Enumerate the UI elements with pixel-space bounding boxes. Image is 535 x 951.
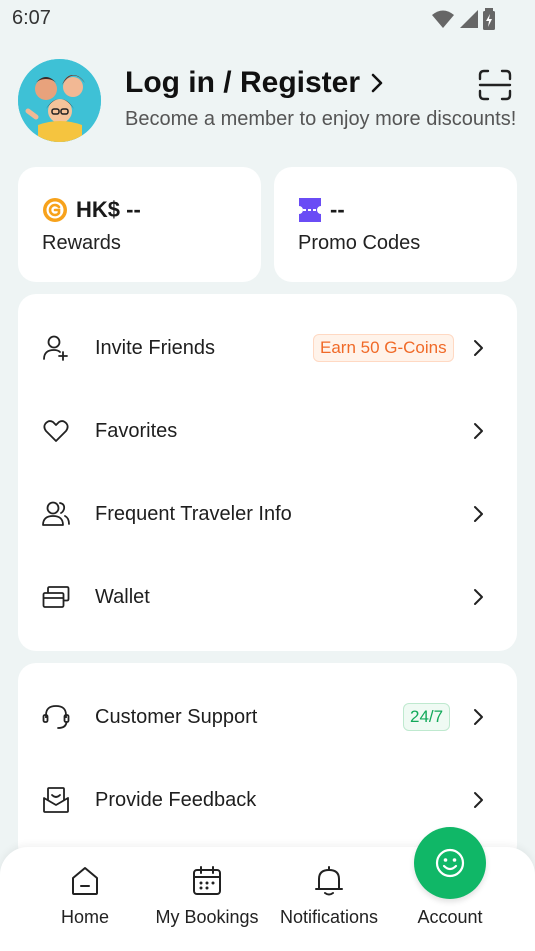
promo-label: Promo Codes — [298, 232, 421, 254]
bell-icon — [315, 866, 343, 896]
menu-item-label: Invite Friends — [95, 336, 216, 359]
chevron-right-icon — [371, 73, 383, 93]
chevron-right-icon — [474, 792, 483, 808]
account-fab-button[interactable] — [414, 827, 486, 899]
menu-item-label: Wallet — [95, 585, 150, 608]
login-register-link[interactable]: Log in / Register — [125, 66, 384, 100]
avatar-illustration-icon — [18, 59, 101, 142]
menu-item-customer-support[interactable]: Customer Support 24/7 — [18, 687, 517, 747]
headset-icon — [42, 705, 70, 729]
g-coin-icon — [43, 198, 67, 222]
chevron-right-icon — [474, 589, 483, 605]
menu-item-label: Favorites — [95, 419, 178, 442]
avatar[interactable] — [18, 59, 101, 142]
login-subtitle: Become a member to enjoy more discounts! — [125, 108, 517, 130]
chevron-right-icon — [474, 506, 483, 522]
status-icons — [431, 8, 495, 30]
profile-header: Log in / Register Become a member to enj… — [0, 56, 535, 146]
nav-label: Home — [60, 907, 109, 927]
menu-item-label: Provide Feedback — [95, 788, 257, 811]
users-icon — [42, 501, 70, 526]
promo-value-row: -- — [298, 197, 345, 223]
rewards-card[interactable]: HK$ -- Rewards — [18, 167, 261, 282]
nav-my-bookings[interactable]: My Bookings — [146, 847, 268, 947]
chevron-right-icon — [474, 423, 483, 439]
rewards-label: Rewards — [42, 232, 121, 254]
nav-label: Account — [417, 907, 483, 927]
chevron-right-icon — [474, 340, 483, 356]
promo-value: -- — [330, 197, 345, 222]
wifi-icon — [432, 10, 454, 28]
calendar-icon — [193, 866, 221, 895]
menu-item-favorites[interactable]: Favorites — [18, 401, 517, 461]
status-time: 6:07 — [12, 7, 51, 29]
menu-item-label: Customer Support — [95, 705, 258, 728]
support-hours-badge: 24/7 — [403, 703, 451, 731]
heart-icon — [43, 420, 69, 442]
nav-home[interactable]: Home — [24, 847, 146, 947]
login-title: Log in / Register — [125, 66, 361, 99]
menu-item-frequent-traveler-info[interactable]: Frequent Traveler Info — [18, 484, 517, 544]
menu-card: Invite Friends Earn 50 G-Coins Favorites… — [18, 294, 517, 651]
feedback-icon — [43, 787, 69, 813]
menu-item-invite-friends[interactable]: Invite Friends Earn 50 G-Coins — [18, 318, 517, 378]
earn-coins-badge: Earn 50 G-Coins — [313, 334, 454, 362]
wallet-icon — [42, 586, 70, 608]
nav-notifications[interactable]: Notifications — [268, 847, 390, 947]
scan-icon — [478, 69, 512, 101]
ticket-icon — [299, 198, 321, 222]
chevron-right-icon — [474, 709, 483, 725]
battery-icon — [483, 8, 495, 30]
home-icon — [72, 867, 98, 895]
rewards-value: HK$ -- — [76, 197, 141, 222]
smile-icon — [435, 848, 465, 878]
promo-codes-card[interactable]: -- Promo Codes — [274, 167, 517, 282]
rewards-value-row: HK$ -- — [42, 197, 141, 223]
signal-icon — [460, 10, 478, 28]
menu-item-wallet[interactable]: Wallet — [18, 567, 517, 627]
status-bar: 6:07 — [0, 0, 535, 36]
nav-label: My Bookings — [155, 907, 259, 927]
add-user-icon — [43, 335, 68, 361]
nav-label: Notifications — [279, 907, 379, 927]
scan-button[interactable] — [478, 69, 512, 101]
menu-item-label: Frequent Traveler Info — [95, 502, 292, 525]
